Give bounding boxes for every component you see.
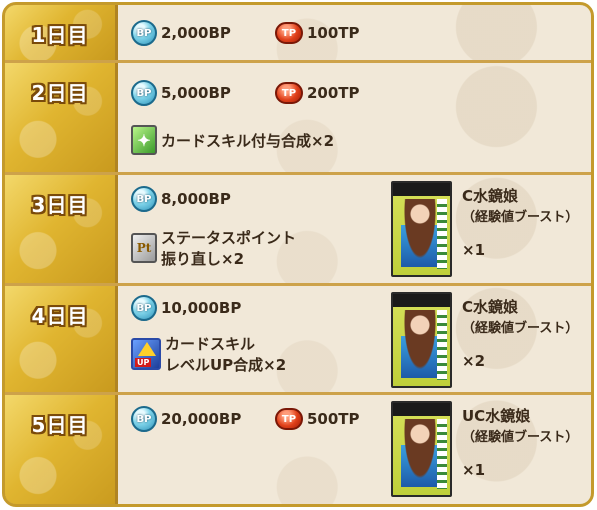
card-quantity: ×1 — [462, 461, 486, 479]
bp-reward: BP 20,000BP — [131, 406, 241, 432]
day-label: 3日目 — [31, 193, 89, 217]
bp-reward: BP 5,000BP — [131, 80, 231, 106]
tp-reward: TP 500TP — [275, 408, 360, 430]
reward-cell: BP 5,000BP TP 200TP ✦ カードスキル付与合成×2 — [118, 63, 591, 172]
card-reward-text: C水鏡娘 （経験値ブースト） ×2 — [462, 296, 578, 372]
day-label: 1日目 — [31, 23, 89, 47]
skill-levelup-reward: UP カードスキル レベルUP合成×2 — [131, 333, 286, 375]
day-row-2: 2日目 BP 5,000BP TP 200TP ✦ カードスキル付与合成×2 — [5, 63, 591, 175]
card-name: UC水鏡娘 — [462, 407, 531, 425]
card-subtitle: （経験値ブースト） — [462, 210, 579, 225]
status-reward: Pt ステータスポイント 振り直し×2 — [131, 227, 296, 269]
bp-amount: 5,000BP — [161, 84, 231, 102]
tp-icon: TP — [275, 408, 303, 430]
card-quantity: ×2 — [462, 352, 486, 370]
day-row-1: 1日目 BP 2,000BP TP 100TP — [5, 5, 591, 63]
bp-icon: BP — [131, 295, 157, 321]
day-label-cell: 2日目 — [5, 63, 118, 172]
bp-icon: BP — [131, 80, 157, 106]
tp-icon: TP — [275, 82, 303, 104]
tp-amount: 500TP — [307, 410, 360, 428]
bp-amount: 8,000BP — [161, 190, 231, 208]
day-label: 4日目 — [31, 304, 89, 328]
tp-icon: TP — [275, 22, 303, 44]
bp-amount: 2,000BP — [161, 24, 231, 42]
bp-amount: 10,000BP — [161, 299, 242, 317]
reward-cell: BP 2,000BP TP 100TP — [118, 5, 591, 60]
skill-text-line1: カードスキル — [165, 335, 256, 353]
bp-amount: 20,000BP — [161, 410, 242, 428]
skill-reward: ✦ カードスキル付与合成×2 — [131, 125, 334, 155]
day-label-cell: 5日目 — [5, 395, 118, 504]
card-image — [391, 292, 452, 388]
bp-icon: BP — [131, 20, 157, 46]
day-row-5: 5日目 BP 20,000BP TP 500TP UC水鏡娘 （経験値ブースト）… — [5, 395, 591, 504]
card-quantity: ×1 — [462, 241, 486, 259]
card-image — [391, 401, 452, 497]
bp-reward: BP 8,000BP — [131, 186, 231, 212]
skill-text-line2: レベルUP合成×2 — [165, 356, 287, 374]
bp-icon: BP — [131, 186, 157, 212]
bp-icon: BP — [131, 406, 157, 432]
tp-reward: TP 100TP — [275, 22, 360, 44]
pt-icon: Pt — [131, 233, 157, 263]
skill-text: カードスキル付与合成×2 — [161, 131, 335, 150]
day-label-cell: 1日目 — [5, 5, 118, 60]
tp-amount: 200TP — [307, 84, 360, 102]
bp-reward: BP 2,000BP — [131, 20, 231, 46]
skill-level-up-icon: UP — [131, 338, 161, 370]
day-label-cell: 3日目 — [5, 175, 118, 283]
reward-cell: BP 20,000BP TP 500TP UC水鏡娘 （経験値ブースト） ×1 — [118, 395, 591, 504]
card-subtitle: （経験値ブースト） — [462, 321, 579, 336]
card-subtitle: （経験値ブースト） — [462, 430, 579, 445]
login-bonus-table: 1日目 BP 2,000BP TP 100TP 2日目 BP 5,000BP T… — [2, 2, 594, 507]
day-label: 5日目 — [31, 413, 89, 437]
card-skill-icon: ✦ — [131, 125, 157, 155]
card-image — [391, 181, 452, 277]
tp-amount: 100TP — [307, 24, 360, 42]
day-row-3: 3日目 BP 8,000BP Pt ステータスポイント 振り直し×2 C水鏡娘 … — [5, 175, 591, 286]
card-name: C水鏡娘 — [462, 187, 519, 205]
status-text-line1: ステータスポイント — [161, 229, 297, 247]
card-reward-text: C水鏡娘 （経験値ブースト） ×1 — [462, 185, 578, 261]
reward-cell: BP 8,000BP Pt ステータスポイント 振り直し×2 C水鏡娘 （経験値… — [118, 175, 591, 283]
status-text-line2: 振り直し×2 — [161, 250, 245, 268]
day-label: 2日目 — [31, 81, 89, 105]
day-label-cell: 4日目 — [5, 286, 118, 392]
tp-reward: TP 200TP — [275, 82, 360, 104]
card-reward-text: UC水鏡娘 （経験値ブースト） ×1 — [462, 405, 578, 481]
day-row-4: 4日目 BP 10,000BP UP カードスキル レベルUP合成×2 C水鏡娘… — [5, 286, 591, 395]
card-name: C水鏡娘 — [462, 298, 519, 316]
reward-cell: BP 10,000BP UP カードスキル レベルUP合成×2 C水鏡娘 （経験… — [118, 286, 591, 392]
bp-reward: BP 10,000BP — [131, 295, 241, 321]
